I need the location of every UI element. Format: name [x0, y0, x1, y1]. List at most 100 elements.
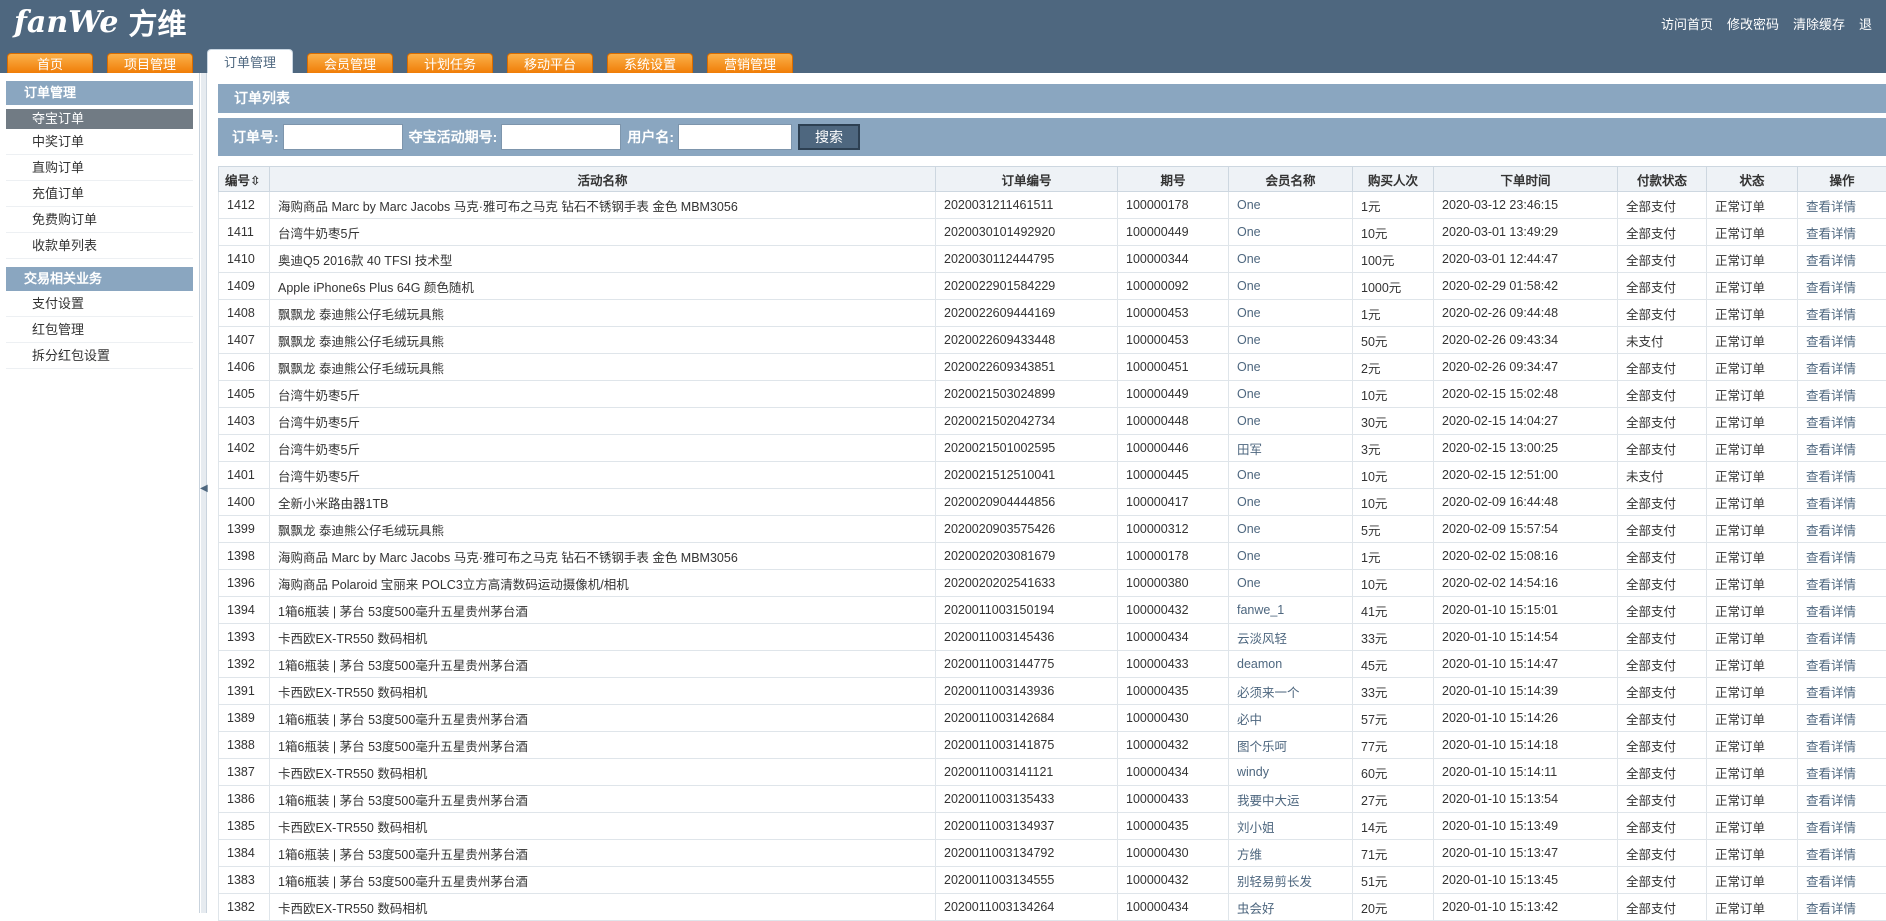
cell-activity-name: 1箱6瓶装 | 茅台 53度500毫升五星贵州茅台酒 [270, 732, 936, 759]
view-details-link[interactable]: 查看详情 [1798, 678, 1886, 705]
collapse-arrow-icon[interactable]: ◀ [200, 483, 207, 495]
nav-tab-scheduled-tasks[interactable]: 计划任务 [407, 53, 493, 73]
view-details-link[interactable]: 查看详情 [1798, 219, 1886, 246]
cell-member-name: 必中 [1229, 705, 1353, 732]
view-details-link[interactable]: 查看详情 [1798, 462, 1886, 489]
cell-payment-status: 全部支付 [1618, 624, 1707, 651]
cell-status: 正常订单 [1707, 813, 1798, 840]
cell-order-number: 2020022609433448 [936, 327, 1118, 354]
cell-order-time: 2020-02-02 15:08:16 [1434, 543, 1618, 570]
view-details-link[interactable]: 查看详情 [1798, 894, 1886, 921]
sidebar-item-split-red-packets[interactable]: 拆分红包设置 [6, 343, 193, 369]
table-row: 13841箱6瓶装 | 茅台 53度500毫升五星贵州茅台酒2020011003… [219, 840, 1886, 867]
sidebar-item-payment-settings[interactable]: 支付设置 [6, 291, 193, 317]
view-details-link[interactable]: 查看详情 [1798, 705, 1886, 732]
cell-period: 100000434 [1118, 894, 1229, 921]
cell-payment-status: 未支付 [1618, 327, 1707, 354]
nav-tab-home[interactable]: 首页 [7, 53, 93, 73]
cell-activity-name: 卡西欧EX-TR550 数码相机 [270, 759, 936, 786]
view-details-link[interactable]: 查看详情 [1798, 867, 1886, 894]
nav-tab-orders[interactable]: 订单管理 [207, 49, 293, 73]
search-button[interactable]: 搜索 [798, 124, 860, 150]
sidebar-item-red-packets[interactable]: 红包管理 [6, 317, 193, 343]
table-row: 1401台湾牛奶枣5斤2020021512510041100000445One1… [219, 462, 1886, 489]
cell-status: 正常订单 [1707, 732, 1798, 759]
sidebar-item-free-orders[interactable]: 免费购订单 [6, 207, 193, 233]
cell-order-time: 2020-01-10 15:14:11 [1434, 759, 1618, 786]
nav-tab-members[interactable]: 会员管理 [307, 53, 393, 73]
cell-status: 正常订单 [1707, 543, 1798, 570]
cell-payment-status: 全部支付 [1618, 219, 1707, 246]
column-header-id[interactable]: 编号⇳ [219, 167, 270, 192]
cell-activity-name: 海购商品 Polaroid 宝丽来 POLC3立方高清数码运动摄像机/相机 [270, 570, 936, 597]
view-details-link[interactable]: 查看详情 [1798, 651, 1886, 678]
cell-id: 1386 [219, 786, 270, 813]
view-details-link[interactable]: 查看详情 [1798, 624, 1886, 651]
view-details-link[interactable]: 查看详情 [1798, 570, 1886, 597]
sidebar-item-recharge-orders[interactable]: 充值订单 [6, 181, 193, 207]
view-details-link[interactable]: 查看详情 [1798, 354, 1886, 381]
view-details-link[interactable]: 查看详情 [1798, 300, 1886, 327]
view-details-link[interactable]: 查看详情 [1798, 786, 1886, 813]
nav-tab-projects[interactable]: 项目管理 [107, 53, 193, 73]
cell-order-number: 2020011003144775 [936, 651, 1118, 678]
sidebar-item-treasure-orders[interactable]: 夺宝订单 [6, 109, 193, 129]
table-row: 13891箱6瓶装 | 茅台 53度500毫升五星贵州茅台酒2020011003… [219, 705, 1886, 732]
view-details-link[interactable]: 查看详情 [1798, 813, 1886, 840]
cell-activity-name: 台湾牛奶枣5斤 [270, 219, 936, 246]
view-details-link[interactable]: 查看详情 [1798, 435, 1886, 462]
cell-order-number: 2020011003134555 [936, 867, 1118, 894]
sidebar-item-winning-orders[interactable]: 中奖订单 [6, 129, 193, 155]
nav-tab-system-settings[interactable]: 系统设置 [607, 53, 693, 73]
sidebar-item-receipts[interactable]: 收款单列表 [6, 233, 193, 259]
cell-activity-name: 1箱6瓶装 | 茅台 53度500毫升五星贵州茅台酒 [270, 597, 936, 624]
cell-id: 1410 [219, 246, 270, 273]
logout-link[interactable]: 退 [1859, 14, 1872, 33]
cell-payment-status: 全部支付 [1618, 246, 1707, 273]
cell-order-number: 2020011003141875 [936, 732, 1118, 759]
view-details-link[interactable]: 查看详情 [1798, 327, 1886, 354]
table-row: 13831箱6瓶装 | 茅台 53度500毫升五星贵州茅台酒2020011003… [219, 867, 1886, 894]
view-details-link[interactable]: 查看详情 [1798, 408, 1886, 435]
nav-tab-mobile[interactable]: 移动平台 [507, 53, 593, 73]
cell-order-time: 2020-03-01 12:44:47 [1434, 246, 1618, 273]
cell-period: 100000430 [1118, 705, 1229, 732]
view-details-link[interactable]: 查看详情 [1798, 597, 1886, 624]
view-details-link[interactable]: 查看详情 [1798, 246, 1886, 273]
view-details-link[interactable]: 查看详情 [1798, 516, 1886, 543]
cell-id: 1392 [219, 651, 270, 678]
clear-cache-link[interactable]: 清除缓存 [1793, 14, 1845, 33]
cell-period: 100000430 [1118, 840, 1229, 867]
view-details-link[interactable]: 查看详情 [1798, 273, 1886, 300]
table-body: 1412海购商品 Marc by Marc Jacobs 马克·雅可布之马克 钻… [219, 192, 1886, 921]
cell-member-name: One [1229, 489, 1353, 516]
view-details-link[interactable]: 查看详情 [1798, 543, 1886, 570]
order-no-input[interactable] [283, 124, 403, 150]
table-row: 1385卡西欧EX-TR550 数码相机20200110031349371000… [219, 813, 1886, 840]
logo: fanWe 方维 [14, 4, 187, 40]
view-details-link[interactable]: 查看详情 [1798, 840, 1886, 867]
cell-order-time: 2020-02-15 12:51:00 [1434, 462, 1618, 489]
sidebar-item-direct-orders[interactable]: 直购订单 [6, 155, 193, 181]
cell-period: 100000344 [1118, 246, 1229, 273]
username-input[interactable] [678, 124, 792, 150]
nav-tab-marketing[interactable]: 营销管理 [707, 53, 793, 73]
cell-payment-status: 全部支付 [1618, 732, 1707, 759]
view-details-link[interactable]: 查看详情 [1798, 489, 1886, 516]
cell-order-number: 2020021512510041 [936, 462, 1118, 489]
view-details-link[interactable]: 查看详情 [1798, 192, 1886, 219]
sidebar-splitter[interactable]: ◀ [201, 73, 207, 913]
view-details-link[interactable]: 查看详情 [1798, 759, 1886, 786]
cell-id: 1393 [219, 624, 270, 651]
visit-home-link[interactable]: 访问首页 [1661, 14, 1713, 33]
view-details-link[interactable]: 查看详情 [1798, 732, 1886, 759]
cell-activity-name: 卡西欧EX-TR550 数码相机 [270, 624, 936, 651]
cell-member-name: windy [1229, 759, 1353, 786]
table-row: 13941箱6瓶装 | 茅台 53度500毫升五星贵州茅台酒2020011003… [219, 597, 1886, 624]
cell-order-time: 2020-01-10 15:14:18 [1434, 732, 1618, 759]
view-details-link[interactable]: 查看详情 [1798, 381, 1886, 408]
change-password-link[interactable]: 修改密码 [1727, 14, 1779, 33]
cell-purchase-count: 10元 [1353, 570, 1434, 597]
period-input[interactable] [501, 124, 621, 150]
cell-period: 100000312 [1118, 516, 1229, 543]
